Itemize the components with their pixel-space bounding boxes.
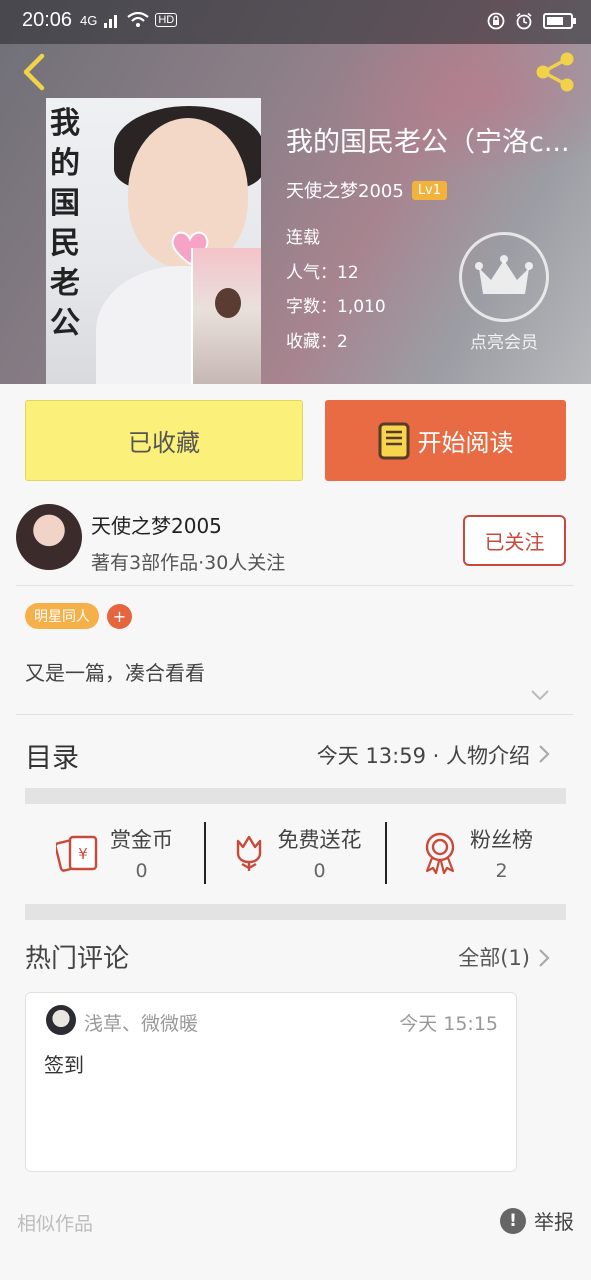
book-description: 又是一篇，凑合看看	[25, 661, 205, 685]
network-label: 4G	[80, 12, 98, 28]
crown-circle	[459, 232, 549, 322]
comment-user[interactable]: 浅草、微微暖	[84, 1009, 198, 1036]
cover-inset-photo	[191, 248, 261, 384]
hd-label: HD	[155, 13, 178, 27]
comment-card[interactable]: 浅草、微微暖 今天 15:15 签到	[25, 992, 517, 1172]
level-badge: Lv1	[411, 180, 448, 200]
toc-label: 目录	[25, 743, 79, 774]
stat-value: 0	[313, 860, 326, 882]
stat-label: 赏金币	[110, 828, 173, 852]
table-of-contents-row[interactable]: 目录 今天 13:59 · 人物介绍	[25, 720, 566, 786]
chevron-right-icon[interactable]	[538, 948, 550, 968]
wifi-icon	[127, 12, 150, 27]
cover-vertical-title: 我的国民老公	[50, 106, 80, 341]
status-time: 20:06	[22, 9, 73, 31]
status-right-group	[487, 12, 576, 30]
report-label: 举报	[534, 1210, 574, 1234]
red-envelope-icon: ¥	[56, 835, 98, 872]
signal-icon	[104, 15, 118, 28]
svg-text:¥: ¥	[78, 845, 88, 863]
chevron-right-icon	[539, 745, 550, 763]
author-card[interactable]: 天使之梦2005 著有3部作品·30人关注 已关注	[0, 500, 591, 586]
back-arrow-icon[interactable]	[16, 52, 52, 92]
lock-rotation-icon	[487, 12, 505, 30]
chevron-down-icon[interactable]	[530, 688, 550, 702]
medal-icon	[425, 832, 455, 875]
avatar[interactable]	[16, 504, 82, 570]
hot-comments-label: 热门评论	[25, 944, 130, 974]
start-reading-button[interactable]: 开始阅读	[325, 400, 566, 481]
hot-comments-header: 热门评论 全部(1)	[25, 938, 566, 978]
vip-button[interactable]: 点亮会员	[457, 232, 551, 353]
follow-button[interactable]: 已关注	[463, 515, 566, 566]
comment-time: 今天 15:15	[399, 1013, 498, 1035]
book-cover[interactable]: 我的国民老公	[46, 98, 261, 384]
comment-text: 签到	[44, 1053, 84, 1077]
author-name: 天使之梦2005	[91, 514, 222, 538]
fan-ranking-button[interactable]: 粉丝榜 2	[385, 822, 566, 884]
report-button[interactable]: ! 举报	[500, 1206, 574, 1235]
divider	[16, 585, 574, 586]
divider	[16, 714, 574, 715]
reward-coins-button[interactable]: ¥ 赏金币 0	[25, 822, 204, 884]
book-author-row[interactable]: 天使之梦2005 Lv1	[286, 177, 586, 203]
action-buttons: 已收藏 开始阅读	[25, 400, 566, 481]
tag-item[interactable]: 明星同人	[25, 603, 99, 629]
author-summary: 著有3部作品·30人关注	[91, 552, 286, 574]
status-bar: 20:06 4G HD	[0, 0, 591, 44]
section-separator	[25, 904, 566, 920]
start-reading-label: 开始阅读	[417, 429, 514, 457]
favorite-button[interactable]: 已收藏	[25, 400, 303, 481]
avatar[interactable]	[46, 1005, 76, 1035]
flower-icon	[236, 835, 261, 871]
alarm-icon	[516, 12, 532, 30]
stat-value: 0	[135, 860, 148, 882]
all-comments-link[interactable]: 全部(1)	[458, 942, 530, 972]
status-signal-group: 4G HD	[80, 12, 178, 28]
stat-label: 免费送花	[277, 828, 362, 852]
vip-label: 点亮会员	[470, 333, 538, 353]
stats-row: ¥ 赏金币 0 免费送花 0 粉丝榜 2	[25, 812, 566, 894]
section-separator	[25, 788, 566, 804]
alert-icon: !	[500, 1207, 526, 1234]
stat-value: 2	[495, 860, 508, 882]
battery-icon	[543, 13, 576, 29]
book-title: 我的国民老公（宁洛c...	[286, 127, 570, 158]
favorite-button-label: 已收藏	[128, 429, 200, 457]
similar-works-label: 相似作品	[17, 1213, 94, 1235]
crown-icon	[475, 255, 533, 294]
book-icon	[378, 422, 409, 459]
add-tag-button[interactable]: +	[107, 603, 132, 629]
book-header: 20:06 4G HD 我的国民老公 我的国民老公（宁洛c... 天使之梦200…	[0, 0, 591, 384]
send-flower-button[interactable]: 免费送花 0	[204, 822, 385, 884]
tag-list: 明星同人 +	[25, 603, 132, 629]
share-icon[interactable]	[533, 50, 579, 94]
book-author[interactable]: 天使之梦2005	[286, 177, 404, 203]
toc-latest-chapter: 今天 13:59 · 人物介绍	[316, 744, 530, 768]
stat-label: 粉丝榜	[470, 828, 533, 852]
follow-button-label: 已关注	[484, 530, 545, 554]
